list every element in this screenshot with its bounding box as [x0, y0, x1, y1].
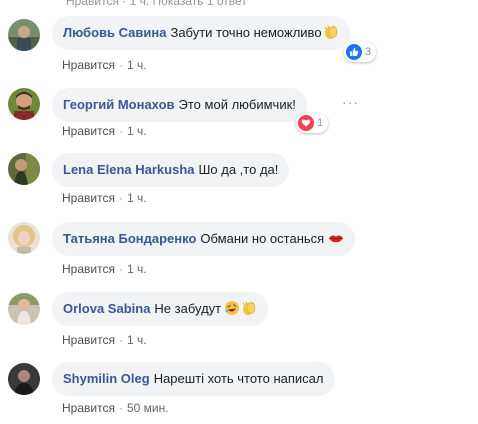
author-link[interactable]: Татьяна Бондаренко [63, 231, 196, 246]
previous-comment-meta-cut: Нравится · 1 ч. Показать 1 ответ [66, 0, 247, 8]
avatar[interactable] [8, 293, 40, 325]
reaction-count: 1 [317, 117, 324, 129]
timestamp[interactable]: 1 ч. [127, 124, 147, 138]
meta-separator: · [118, 262, 123, 276]
timestamp[interactable]: 1 ч. [127, 58, 147, 72]
author-link[interactable]: Любовь Савина [63, 25, 166, 40]
comment-text: Не забудут [154, 301, 222, 316]
avatar[interactable] [8, 19, 40, 51]
author-link[interactable]: Георгий Монахов [63, 97, 175, 112]
reaction-count: 3 [365, 46, 372, 58]
comment-bubble: Татьяна Бондаренко Обмани но останься [52, 222, 356, 256]
comment-meta: Нравится · 1 ч. [62, 58, 147, 72]
author-link[interactable]: Lena Elena Harkusha [63, 162, 195, 177]
like-link[interactable]: Нравится [62, 401, 115, 415]
reaction-summary[interactable]: 3 [344, 42, 377, 62]
clapping-hands-emoji-icon [241, 295, 257, 315]
comment-text: Обмани но останься [200, 231, 325, 246]
comment-meta: Нравится · 1 ч. [62, 191, 147, 205]
comment-bubble: Shymilin Oleg Нарешті хоть чтото написал [52, 362, 335, 396]
lips-emoji-icon [328, 225, 344, 243]
reaction-summary[interactable]: 1 [296, 113, 329, 133]
timestamp[interactable]: 1 ч. [127, 191, 147, 205]
comment-bubble: Георгий Монахов Это мой любимчик! [52, 88, 307, 122]
like-link[interactable]: Нравится [62, 58, 115, 72]
more-options-icon[interactable]: ··· [342, 94, 359, 110]
like-link[interactable]: Нравится [62, 191, 115, 205]
like-reaction-icon [346, 44, 362, 60]
comment-bubble: Любовь Савина Забути точно неможливо [52, 16, 350, 50]
comment-meta: Нравится · 1 ч. [62, 124, 147, 138]
like-link[interactable]: Нравится [62, 333, 115, 347]
meta-separator: · [118, 401, 123, 415]
author-link[interactable]: Orlova Sabina [63, 301, 150, 316]
meta-separator: · [118, 124, 123, 138]
timestamp[interactable]: 50 мин. [127, 401, 169, 415]
comment-text: Шо да ,то да! [198, 162, 279, 177]
comment-bubble: Orlova Sabina Не забудут [52, 292, 269, 326]
timestamp[interactable]: 1 ч. [127, 333, 147, 347]
comment-meta: Нравится · 1 ч. [62, 262, 147, 276]
love-reaction-icon [298, 115, 314, 131]
meta-separator: · [118, 333, 123, 347]
meta-separator: · [118, 191, 123, 205]
avatar[interactable] [8, 222, 40, 254]
comment-text: Забути точно неможливо [170, 25, 322, 40]
comment-text: Это мой любимчик! [178, 97, 296, 112]
clapping-hands-emoji-icon [323, 19, 339, 39]
like-link[interactable]: Нравится [62, 124, 115, 138]
timestamp[interactable]: 1 ч. [127, 262, 147, 276]
comment-meta: Нравится · 50 мин. [62, 401, 169, 415]
comment-bubble: Lena Elena Harkusha Шо да ,то да! [52, 153, 290, 187]
meta-separator: · [118, 58, 123, 72]
avatar[interactable] [8, 153, 40, 185]
rolling-laughing-emoji-icon [224, 295, 240, 315]
avatar[interactable] [8, 88, 40, 120]
comment-text: Нарешті хоть чтото написал [153, 371, 324, 386]
like-link[interactable]: Нравится [62, 262, 115, 276]
comment-meta: Нравится · 1 ч. [62, 333, 147, 347]
avatar[interactable] [8, 363, 40, 395]
author-link[interactable]: Shymilin Oleg [63, 371, 150, 386]
